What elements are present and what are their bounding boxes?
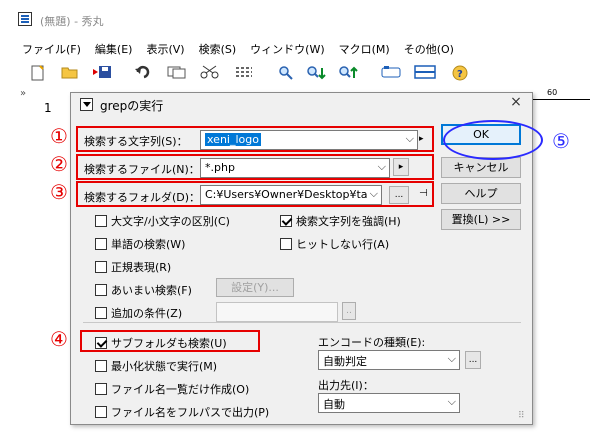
- annotation-5: ⑤: [552, 129, 570, 153]
- checkbox-box[interactable]: [95, 238, 107, 250]
- checkbox-box[interactable]: [95, 360, 107, 372]
- output-select[interactable]: 自動 ⌵: [318, 393, 460, 413]
- word-checkbox[interactable]: 単語の検索(W): [95, 236, 185, 252]
- help-icon[interactable]: ?: [450, 65, 470, 83]
- regex-label: 正規表現(R): [111, 261, 172, 274]
- view-icon[interactable]: [380, 65, 401, 83]
- encoding-more-button[interactable]: ...: [465, 351, 481, 369]
- ruler-label: 60: [547, 88, 558, 97]
- extra-condition-checkbox[interactable]: 追加の条件(Z): [95, 305, 182, 321]
- highlight-box-search-file: [76, 154, 434, 180]
- highlight-box-search-text: [76, 126, 434, 152]
- menu-search[interactable]: 検索(S): [199, 40, 237, 60]
- dialog-title: grepの実行: [100, 99, 164, 113]
- settings-button[interactable]: 設定(Y)...: [216, 278, 294, 297]
- highlight-ellipse-ok: [443, 120, 543, 160]
- close-icon[interactable]: ×: [508, 94, 524, 110]
- checkbox-box-checked[interactable]: [280, 215, 292, 227]
- find-icon[interactable]: [276, 65, 296, 83]
- annotation-1: ①: [50, 124, 68, 148]
- cancel-button[interactable]: キャンセル: [441, 157, 521, 178]
- help-button[interactable]: ヘルプ: [441, 183, 521, 204]
- extra-condition-browse[interactable]: ..: [342, 302, 356, 320]
- case-checkbox[interactable]: 大文字/小文字の区別(C): [95, 213, 230, 229]
- filelist-checkbox[interactable]: ファイル名一覧だけ作成(O): [95, 381, 249, 397]
- menu-view[interactable]: 表示(V): [146, 40, 184, 60]
- hidemaru-app-icon: [18, 12, 32, 26]
- encoding-label: エンコードの種類(E):: [318, 336, 426, 349]
- save-icon[interactable]: [92, 65, 112, 83]
- gutter-mark: »: [20, 88, 27, 99]
- chevron-down-icon[interactable]: ⌵: [448, 352, 456, 366]
- output-label: 出力先(I)：: [318, 379, 374, 392]
- divider: [83, 322, 521, 323]
- copy-icon[interactable]: [167, 65, 187, 83]
- find-next-icon[interactable]: [338, 65, 358, 83]
- svg-text:?: ?: [457, 69, 463, 80]
- menu-macro[interactable]: マクロ(M): [339, 40, 390, 60]
- annotation-3: ③: [50, 180, 68, 204]
- regex-checkbox[interactable]: 正規表現(R): [95, 259, 171, 275]
- highlight-label: 検索文字列を強調(H): [296, 215, 401, 228]
- fuzzy-label: あいまい検索(F): [111, 284, 192, 297]
- word-label: 単語の検索(W): [111, 238, 186, 251]
- menu-edit[interactable]: 編集(E): [95, 40, 133, 60]
- open-folder-icon[interactable]: [60, 65, 80, 83]
- fullpath-checkbox[interactable]: ファイル名をフルパスで出力(P): [95, 404, 269, 420]
- paste-icon[interactable]: [234, 65, 254, 83]
- find-prev-icon[interactable]: [306, 65, 326, 83]
- extra-condition-label: 追加の条件(Z): [111, 307, 183, 320]
- undo-icon[interactable]: [134, 65, 154, 83]
- highlight-box-search-folder: [76, 181, 434, 207]
- window-title: (無題) - 秀丸: [40, 15, 104, 28]
- nohit-checkbox[interactable]: ヒットしない行(A): [280, 236, 389, 252]
- checkbox-box[interactable]: [95, 307, 107, 319]
- menu-other[interactable]: その他(O): [404, 40, 454, 60]
- annotation-4: ④: [50, 327, 68, 351]
- checkbox-box[interactable]: [95, 261, 107, 273]
- checkbox-box[interactable]: [95, 406, 107, 418]
- menu-bar: ファイル(F) 編集(E) 表示(V) 検索(S) ウィンドウ(W) マクロ(M…: [0, 40, 590, 60]
- menu-window[interactable]: ウィンドウ(W): [250, 40, 324, 60]
- checkbox-box[interactable]: [95, 284, 107, 296]
- cut-icon[interactable]: [200, 65, 220, 83]
- checkbox-box[interactable]: [280, 238, 292, 250]
- chevron-down-icon[interactable]: ⌵: [448, 395, 456, 409]
- fullpath-label: ファイル名をフルパスで出力(P): [111, 406, 270, 419]
- extra-condition-input[interactable]: [216, 302, 338, 322]
- split-icon[interactable]: [414, 65, 436, 83]
- nohit-label: ヒットしない行(A): [296, 238, 390, 251]
- minimize-label: 最小化状態で実行(M): [111, 360, 218, 373]
- highlight-checkbox[interactable]: 検索文字列を強調(H): [280, 213, 401, 229]
- replace-button[interactable]: 置換(L) >>: [441, 209, 521, 230]
- dialog-menu-icon[interactable]: [80, 98, 93, 111]
- checkbox-box[interactable]: [95, 383, 107, 395]
- line-number: 1: [44, 101, 52, 115]
- filelist-label: ファイル名一覧だけ作成(O): [111, 383, 250, 396]
- annotation-2: ②: [50, 152, 68, 176]
- resize-grip-icon[interactable]: ⠿: [518, 411, 525, 421]
- output-value: 自動: [323, 398, 345, 411]
- fuzzy-checkbox[interactable]: あいまい検索(F): [95, 282, 192, 298]
- case-label: 大文字/小文字の区別(C): [111, 215, 230, 228]
- minimize-checkbox[interactable]: 最小化状態で実行(M): [95, 358, 217, 374]
- encoding-value: 自動判定: [323, 355, 367, 368]
- checkbox-box[interactable]: [95, 215, 107, 227]
- highlight-box-subfolder: [80, 330, 260, 352]
- encoding-select[interactable]: 自動判定 ⌵: [318, 350, 460, 370]
- menu-file[interactable]: ファイル(F): [22, 40, 81, 60]
- new-file-icon[interactable]: [28, 65, 48, 83]
